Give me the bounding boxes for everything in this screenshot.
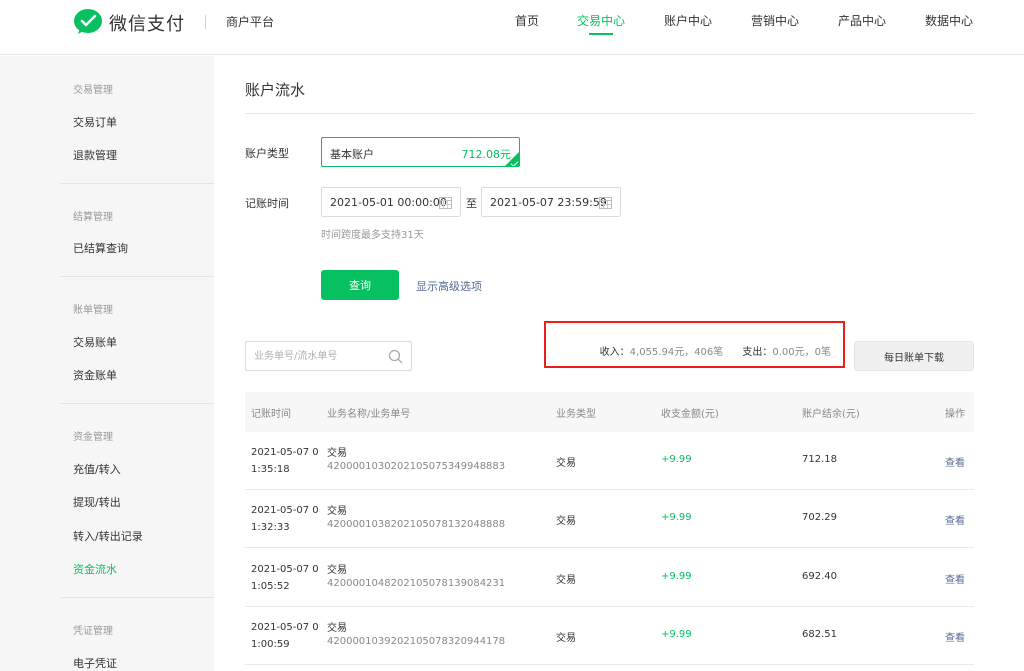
- sidebar-group-funds: 资金管理: [73, 428, 113, 443]
- row-balance: 682.51: [802, 629, 837, 640]
- account-select[interactable]: 基本账户 712.08元: [321, 137, 520, 167]
- nav-data-center[interactable]: 数据中心: [925, 12, 973, 29]
- account-type-label: 账户类型: [245, 145, 289, 161]
- nav-home[interactable]: 首页: [515, 12, 539, 29]
- sidebar-item-trade-bill[interactable]: 交易账单: [73, 334, 117, 350]
- calendar-icon: [439, 196, 452, 209]
- row-type: 交易: [556, 629, 576, 644]
- sidebar: 交易管理 交易订单 退款管理 结算管理 已结算查询 账单管理 交易账单 资金账单…: [0, 56, 214, 671]
- start-date-picker[interactable]: 2021-05-01 00:00:00: [321, 187, 461, 217]
- row-business-name: 交易: [327, 502, 347, 517]
- sidebar-item-transfer-records[interactable]: 转入/转出记录: [73, 528, 143, 544]
- row-view-link[interactable]: 查看: [945, 454, 965, 469]
- income-label: 收入：: [600, 347, 630, 358]
- sidebar-item-e-voucher[interactable]: 电子凭证: [73, 655, 117, 671]
- brand-name[interactable]: 微信支付: [109, 10, 185, 36]
- page-title: 账户流水: [245, 79, 305, 100]
- summary-highlight-box: 收入：4,055.94元，406笔 支出：0.00元，0笔: [544, 321, 845, 368]
- row-business-no: 4200001039202105078320944178: [327, 636, 505, 647]
- row-time: 2021-05-07 01:32:33: [251, 502, 321, 536]
- platform-name: 商户平台: [226, 13, 274, 30]
- sidebar-divider: [60, 183, 214, 184]
- wechat-pay-logo-icon[interactable]: [73, 8, 103, 36]
- sidebar-item-recharge[interactable]: 充值/转入: [73, 461, 121, 477]
- row-type: 交易: [556, 454, 576, 469]
- sidebar-divider: [60, 276, 214, 277]
- sidebar-item-withdraw[interactable]: 提现/转出: [73, 494, 121, 510]
- sidebar-group-settlement: 结算管理: [73, 208, 113, 223]
- column-header-business: 业务名称/业务单号: [327, 405, 410, 420]
- sidebar-divider: [60, 403, 214, 404]
- row-amount: +9.99: [661, 512, 692, 523]
- expense-label: 支出：: [742, 347, 772, 358]
- time-span-hint: 时间跨度最多支持31天: [321, 226, 424, 241]
- row-time: 2021-05-07 01:35:18: [251, 444, 321, 478]
- row-amount: +9.99: [661, 629, 692, 640]
- time-label: 记账时间: [245, 195, 289, 211]
- row-balance: 692.40: [802, 571, 837, 582]
- row-amount: +9.99: [661, 571, 692, 582]
- sidebar-item-fund-bill[interactable]: 资金账单: [73, 367, 117, 383]
- row-business-name: 交易: [327, 561, 347, 576]
- brand-divider: [205, 15, 206, 29]
- daily-bill-download-button[interactable]: 每日账单下载: [854, 341, 974, 371]
- title-divider: [245, 113, 974, 114]
- account-name: 基本账户: [330, 146, 374, 162]
- row-balance: 702.29: [802, 512, 837, 523]
- row-business-no: 4200001030202105075349948883: [327, 461, 505, 472]
- row-view-link[interactable]: 查看: [945, 629, 965, 644]
- table-row: 2021-05-07 01:00:59 交易 42000010392021050…: [245, 607, 974, 665]
- column-header-amount: 收支金额(元): [661, 405, 719, 420]
- end-date-picker[interactable]: 2021-05-07 23:59:59: [481, 187, 621, 217]
- query-button[interactable]: 查询: [321, 270, 399, 300]
- sidebar-group-vouchers: 凭证管理: [73, 622, 113, 637]
- sidebar-item-settled-query[interactable]: 已结算查询: [73, 240, 128, 256]
- search-icon[interactable]: [388, 349, 403, 364]
- column-header-type: 业务类型: [556, 405, 596, 420]
- summary-text: 收入：4,055.94元，406笔 支出：0.00元，0笔: [600, 343, 831, 358]
- table-row: 2021-05-07 01:32:33 交易 42000010382021050…: [245, 490, 974, 548]
- nav-active-indicator: [589, 33, 613, 35]
- row-balance: 712.18: [802, 454, 837, 465]
- row-time: 2021-05-07 01:05:52: [251, 561, 321, 595]
- nav-account-center[interactable]: 账户中心: [664, 12, 712, 29]
- column-header-operation: 操作: [945, 405, 965, 420]
- account-balance: 712.08元: [462, 146, 512, 162]
- expense-value: 0.00元，0笔: [772, 347, 831, 358]
- nav-trade-center[interactable]: 交易中心: [577, 12, 625, 29]
- row-business-name: 交易: [327, 444, 347, 459]
- row-type: 交易: [556, 571, 576, 586]
- nav-product-center[interactable]: 产品中心: [838, 12, 886, 29]
- row-view-link[interactable]: 查看: [945, 512, 965, 527]
- sidebar-group-bills: 账单管理: [73, 301, 113, 316]
- row-type: 交易: [556, 512, 576, 527]
- table-row: 2021-05-07 01:35:18 交易 42000010302021050…: [245, 432, 974, 490]
- top-header: 微信支付 商户平台 首页 交易中心 账户中心 营销中心 产品中心 数据中心: [0, 0, 1024, 55]
- search-input[interactable]: [254, 348, 384, 365]
- row-business-name: 交易: [327, 619, 347, 634]
- nav-marketing-center[interactable]: 营销中心: [751, 12, 799, 29]
- sidebar-item-trade-orders[interactable]: 交易订单: [73, 114, 117, 130]
- start-date-value: 2021-05-01 00:00:00: [330, 196, 447, 209]
- column-header-balance: 账户结余(元): [802, 405, 860, 420]
- sidebar-item-fund-flow[interactable]: 资金流水: [73, 561, 117, 577]
- row-amount: +9.99: [661, 454, 692, 465]
- sidebar-group-trade: 交易管理: [73, 81, 113, 96]
- search-box: [245, 341, 412, 371]
- row-view-link[interactable]: 查看: [945, 571, 965, 586]
- income-value: 4,055.94元，406笔: [630, 347, 724, 358]
- calendar-icon: [599, 196, 612, 209]
- date-range-separator: 至: [466, 195, 477, 211]
- advanced-options-link[interactable]: 显示高级选项: [416, 278, 482, 294]
- column-header-time: 记账时间: [251, 405, 291, 420]
- row-time: 2021-05-07 01:00:59: [251, 619, 321, 653]
- table-header: 记账时间 业务名称/业务单号 业务类型 收支金额(元) 账户结余(元) 操作: [245, 392, 974, 432]
- table-row: 2021-05-07 01:05:52 交易 42000010482021050…: [245, 549, 974, 607]
- row-business-no: 4200001038202105078132048888: [327, 519, 505, 530]
- row-business-no: 4200001048202105078139084231: [327, 578, 505, 589]
- sidebar-item-refund[interactable]: 退款管理: [73, 147, 117, 163]
- sidebar-divider: [60, 597, 214, 598]
- end-date-value: 2021-05-07 23:59:59: [490, 196, 607, 209]
